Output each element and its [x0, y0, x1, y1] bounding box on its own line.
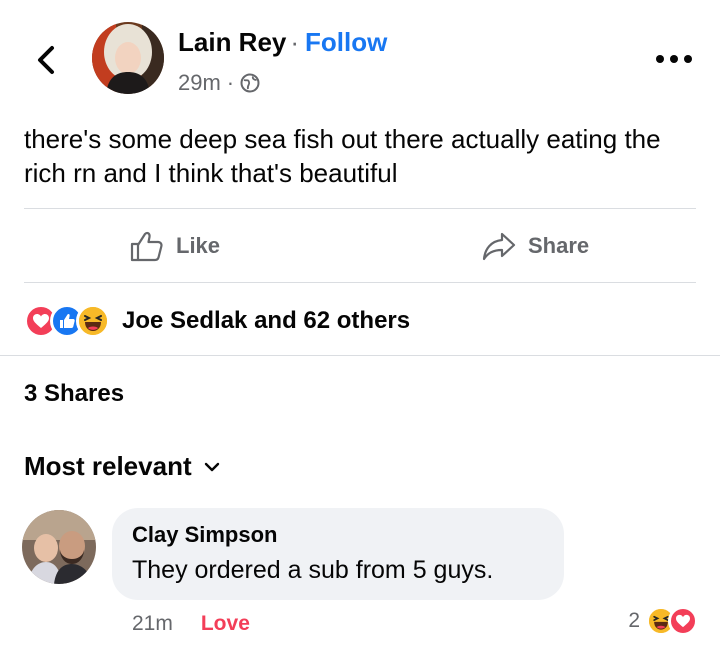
more-dot-icon: [684, 55, 692, 63]
like-label: Like: [176, 233, 221, 258]
back-button[interactable]: [30, 40, 62, 80]
author-avatar[interactable]: [92, 22, 164, 94]
post-text: there's some deep sea fish out there act…: [24, 124, 661, 188]
chevron-left-icon: [38, 46, 54, 74]
author-name[interactable]: Lain Rey: [178, 27, 286, 57]
comment-reaction-count: 2: [628, 609, 640, 632]
reactions-summary[interactable]: Joe Sedlak and 62 others: [24, 302, 410, 340]
comment-meta: 21m Love: [132, 612, 250, 636]
comment-love-button[interactable]: Love: [201, 612, 250, 636]
share-arrow-icon: [482, 232, 516, 261]
more-options-button[interactable]: [656, 52, 696, 66]
author-line: Lain Rey · Follow: [178, 27, 387, 58]
comment-reaction-icons: [646, 606, 698, 636]
share-button[interactable]: Share: [482, 228, 589, 264]
globe-icon: [240, 73, 260, 93]
reaction-icons: [24, 304, 110, 338]
comment-text: They ordered a sub from 5 guys.: [132, 556, 494, 584]
sort-label: Most relevant: [24, 451, 192, 481]
share-label: Share: [528, 233, 590, 258]
author-separator: ·: [290, 27, 300, 57]
comment-reactions[interactable]: 2: [628, 606, 698, 636]
divider: [0, 355, 720, 356]
divider: [24, 282, 696, 283]
post-time[interactable]: 29m: [178, 70, 221, 96]
chevron-down-icon: [204, 462, 219, 471]
reactors-text[interactable]: Joe Sedlak and 62 others: [122, 307, 410, 335]
post-meta: 29m ·: [178, 70, 260, 96]
haha-reaction-icon: [76, 304, 110, 338]
follow-button[interactable]: Follow: [305, 27, 387, 57]
commenter-avatar[interactable]: [22, 510, 96, 584]
comment-bubble[interactable]: Clay Simpson They ordered a sub from 5 g…: [112, 508, 564, 600]
shares-count[interactable]: 3 Shares: [24, 380, 124, 408]
love-reaction-icon: [668, 606, 698, 636]
divider: [24, 208, 696, 209]
commenter-name[interactable]: Clay Simpson: [132, 522, 544, 548]
more-dot-icon: [670, 55, 678, 63]
like-button[interactable]: Like: [130, 228, 220, 264]
thumbs-up-icon: [130, 231, 163, 262]
comment-sort-dropdown[interactable]: Most relevant: [24, 451, 220, 482]
time-separator: ·: [226, 70, 235, 95]
more-dot-icon: [656, 55, 664, 63]
comment-time[interactable]: 21m: [132, 612, 173, 636]
